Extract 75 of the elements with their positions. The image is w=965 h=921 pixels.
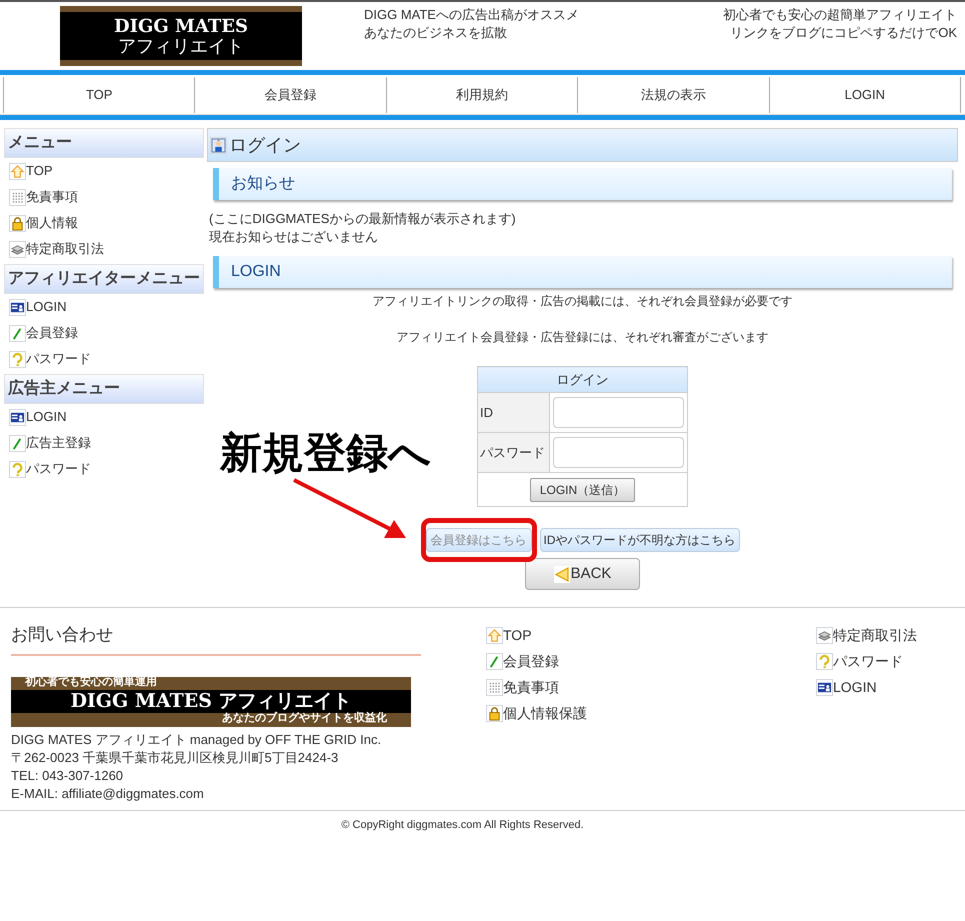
pencil-icon [9, 434, 26, 452]
notice-text: 現在お知らせはございません [209, 228, 379, 246]
menu-link[interactable]: LOGIN [26, 407, 66, 427]
menu-link[interactable]: 特定商取引法 [26, 239, 104, 259]
grid-icon [486, 678, 503, 696]
menu-link[interactable]: 特定商取引法 [833, 624, 917, 646]
form-title: ログイン [478, 366, 688, 392]
address-text: 〒262-0023 千葉県千葉市花見川区検見川町5丁目2424-3 [11, 748, 340, 766]
stack-icon [816, 626, 833, 644]
question-icon [816, 652, 833, 670]
menu-link[interactable]: LOGIN [833, 676, 877, 698]
menu-link[interactable]: 免責事項 [26, 187, 78, 207]
lock-icon [486, 704, 503, 722]
section-heading: LOGIN [213, 256, 952, 288]
nav-link[interactable]: 法規の表示 [577, 76, 770, 112]
address-text: TEL: 043-307-1260 [11, 766, 124, 784]
logo[interactable]: DIGG MATES アフィリエイト [60, 6, 302, 66]
house-icon [9, 162, 26, 180]
menu-link[interactable]: TOP [503, 624, 532, 646]
logo-subtitle: アフィリエイト [118, 36, 244, 54]
tagline: DIGG MATEへの広告出稿がオススメ [364, 6, 579, 24]
tagline: あなたのビジネスを拡散 [364, 24, 508, 42]
id-card-icon [9, 298, 26, 316]
tagline: 初心者でも安心の超簡単アフィリエイト [723, 6, 957, 24]
menu-link[interactable]: 広告主登録 [26, 433, 91, 453]
nav-link[interactable]: TOP [3, 76, 196, 112]
page-title-text: ログイン [229, 134, 301, 156]
banner-bottom-text: あなたのブログやサイトを収益化 [222, 712, 388, 726]
pencil-icon [9, 324, 26, 342]
menu-link[interactable]: 個人情報 [26, 213, 78, 233]
sidebar-heading: 広告主メニュー [4, 374, 204, 404]
sidebar-heading: メニュー [4, 128, 204, 158]
menu-link[interactable]: 免責事項 [503, 676, 559, 698]
text-input[interactable] [553, 397, 684, 428]
question-icon [9, 350, 26, 368]
text-input[interactable] [553, 437, 684, 468]
section-heading: お知らせ [213, 168, 952, 200]
menu-link[interactable]: パスワード [26, 459, 91, 479]
nav-link[interactable]: 会員登録 [194, 76, 387, 112]
menu-link[interactable]: 会員登録 [26, 323, 78, 343]
info-text: アフィリエイト会員登録・広告登録には、それぞれ審査がございます [396, 329, 768, 346]
field-label: パスワード [478, 432, 550, 472]
banner-title: DIGG MATES アフィリエイト [11, 690, 411, 712]
menu-link[interactable]: 会員登録 [503, 650, 559, 672]
info-text: アフィリエイトリンクの取得・広告の掲載には、それぞれ会員登録が必要です [372, 293, 792, 310]
grid-icon [9, 188, 26, 206]
person-icon [210, 136, 227, 154]
field-label: ID [478, 392, 550, 432]
menu-link[interactable]: 個人情報保護 [503, 702, 587, 724]
menu-link[interactable]: パスワード [26, 349, 91, 369]
annotation-label: 新規登録へ [220, 432, 431, 474]
address-text: E-MAIL: affiliate@diggmates.com [11, 784, 205, 802]
menu-link[interactable]: LOGIN [26, 297, 66, 317]
stack-icon [9, 240, 26, 258]
forgot-credentials-button[interactable]: IDやパスワードが不明な方はこちら [540, 528, 740, 552]
pencil-icon [486, 652, 503, 670]
nav-link[interactable]: LOGIN [768, 76, 962, 112]
menu-link[interactable]: TOP [26, 161, 52, 181]
sidebar-heading: アフィリエイターメニュー [4, 264, 204, 294]
nav-link[interactable]: 利用規約 [386, 76, 578, 112]
copyright: © CopyRight diggmates.com All Rights Reserved. [341, 818, 584, 832]
notice-text: (ここにDIGGMATESからの最新情報が表示されます) [209, 210, 517, 228]
id-card-icon [9, 408, 26, 426]
login-submit-button[interactable]: LOGIN（送信） [530, 478, 636, 502]
logo-title: DIGG MATES [114, 18, 248, 36]
id-card-icon [816, 678, 833, 696]
house-icon [486, 626, 503, 644]
tagline: リンクをブログにコピペするだけでOK [730, 24, 957, 42]
lock-icon [9, 214, 26, 232]
back-button[interactable]: BACK [525, 558, 640, 590]
left-triangle-icon [554, 566, 570, 582]
contact-heading: お問い合わせ [11, 622, 421, 656]
address-text: DIGG MATES アフィリエイト managed by OFF THE GRID Inc. [11, 730, 382, 748]
menu-link[interactable]: パスワード [833, 650, 903, 672]
question-icon [9, 460, 26, 478]
